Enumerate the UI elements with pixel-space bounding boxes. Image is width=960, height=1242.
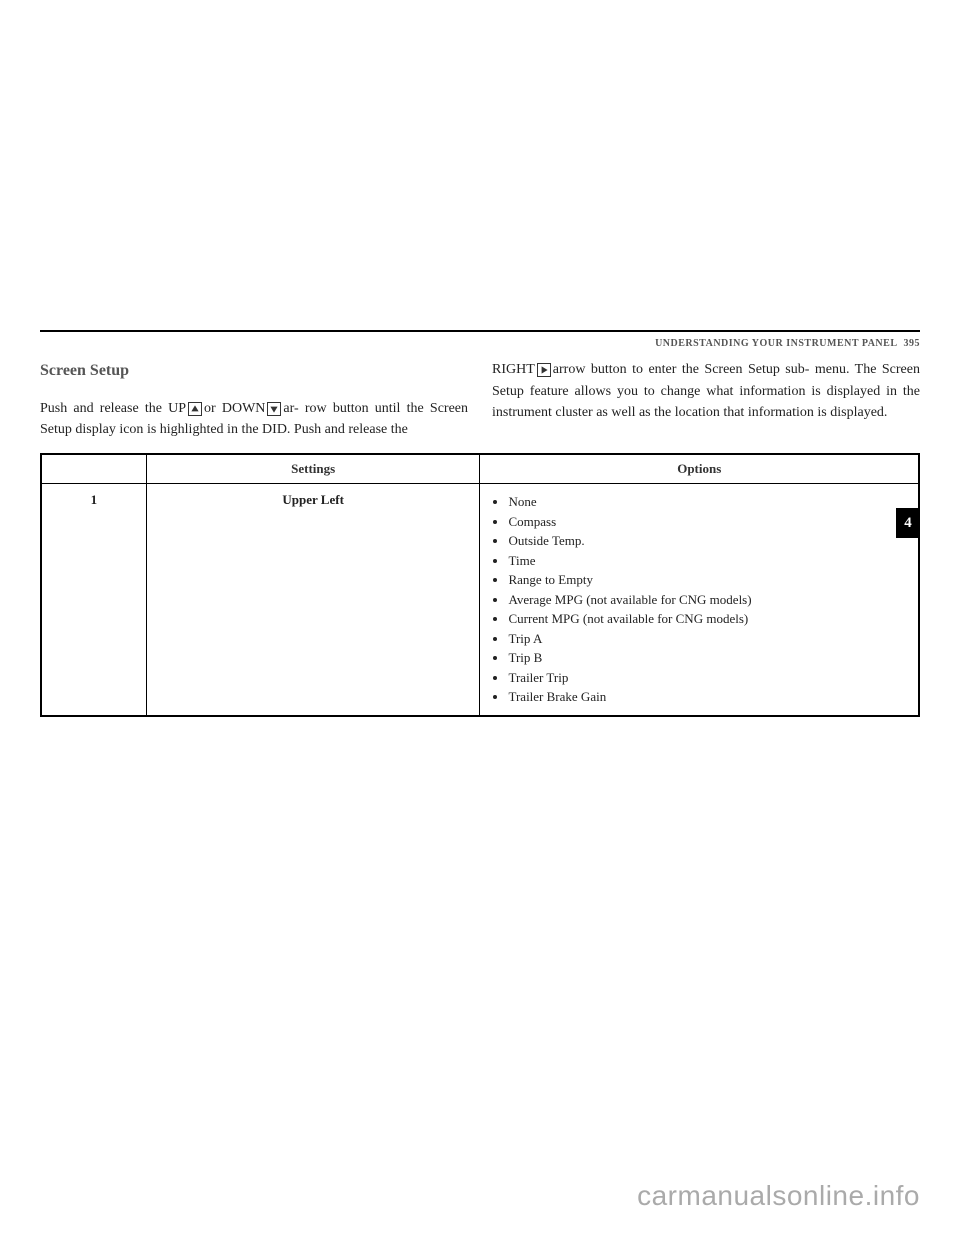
text-fragment: ar- [283,401,298,416]
header-rule [40,330,920,332]
page-number: 395 [904,338,921,349]
list-item: Range to Empty [508,570,908,590]
list-item: Trip A [508,629,908,649]
text-fragment: is highlighted in the DID. Push and rele… [147,422,408,437]
row-number: 1 [41,484,146,716]
list-item: Outside Temp. [508,531,908,551]
th-blank [41,454,146,484]
table-row: 1 Upper Left NoneCompassOutside Temp.Tim… [41,484,919,716]
options-list: NoneCompassOutside Temp.TimeRange to Emp… [490,492,908,707]
right-paragraph: RIGHT arrow button to enter the Screen Se… [492,359,920,424]
settings-table: Settings Options 1 Upper Left NoneCompas… [40,453,920,717]
row-options-cell: NoneCompassOutside Temp.TimeRange to Emp… [480,484,919,716]
text-fragment: as well as the location that information… [596,405,887,420]
chapter-tab: 4 [896,508,920,538]
right-arrow-icon [537,363,551,377]
section-title: Screen Setup [40,359,468,384]
body-columns: Screen Setup Push and release the UP or D… [40,359,920,441]
list-item: Time [508,551,908,571]
left-paragraph: Push and release the UPor DOWNar- row bu… [40,398,468,441]
right-column: RIGHT arrow button to enter the Screen Se… [492,359,920,441]
list-item: Trailer Brake Gain [508,687,908,707]
up-arrow-icon [188,402,202,416]
list-item: Current MPG (not available for CNG model… [508,609,908,629]
table-header-row: Settings Options [41,454,919,484]
down-arrow-icon [267,402,281,416]
list-item: Compass [508,512,908,532]
manual-page: UNDERSTANDING YOUR INSTRUMENT PANEL 395 … [40,330,920,912]
th-options: Options [480,454,919,484]
watermark: carmanualsonline.info [637,1180,920,1212]
list-item: None [508,492,908,512]
chapter-tab-number: 4 [904,515,912,532]
list-item: Trailer Trip [508,668,908,688]
row-setting: Upper Left [146,484,480,716]
text-fragment: RIGHT [492,362,535,377]
th-settings: Settings [146,454,480,484]
list-item: Trip B [508,648,908,668]
text-fragment: or DOWN [204,401,265,416]
left-column: Screen Setup Push and release the UP or D… [40,359,468,441]
running-header: UNDERSTANDING YOUR INSTRUMENT PANEL 395 [40,338,920,349]
running-head-text: UNDERSTANDING YOUR INSTRUMENT PANEL [655,338,897,349]
text-fragment: Push and release the UP [40,401,186,416]
text-fragment: arrow button to enter the Screen Setup s… [553,362,810,377]
list-item: Average MPG (not available for CNG model… [508,590,908,610]
